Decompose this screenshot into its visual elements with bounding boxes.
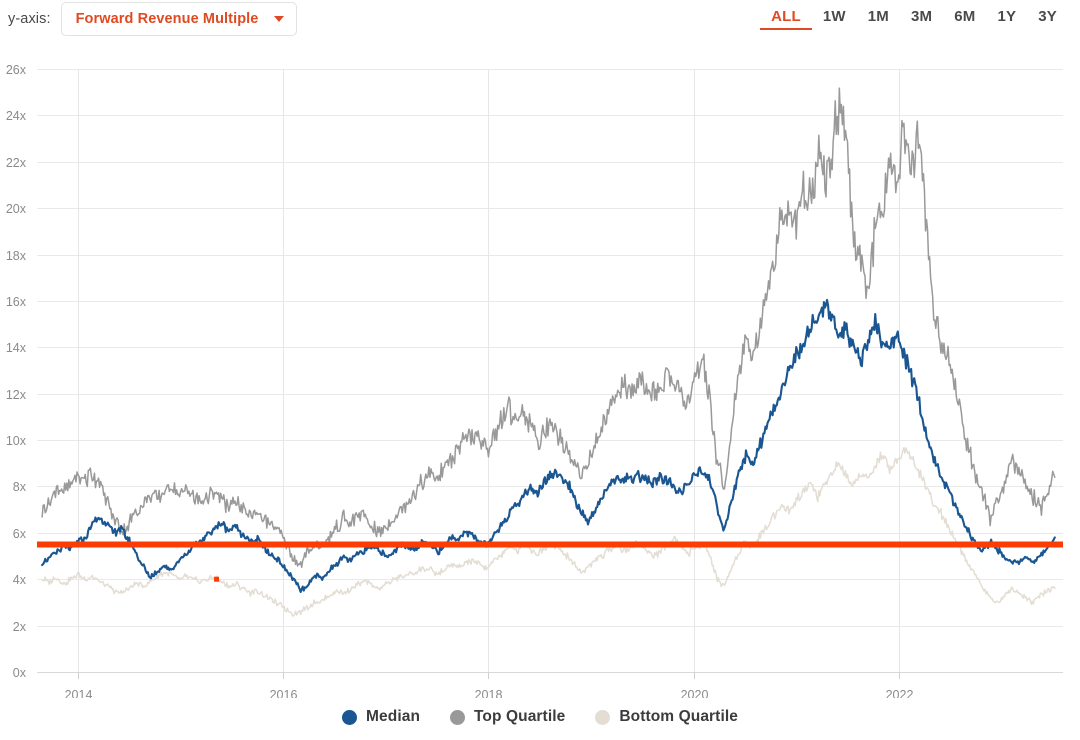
- x-tick-label: 2014: [65, 688, 93, 698]
- x-tick-label: 2022: [886, 688, 914, 698]
- range-tab-6m[interactable]: 6M: [943, 8, 986, 25]
- y-tick-label: 22x: [6, 156, 27, 170]
- legend-swatch-icon: [595, 709, 611, 725]
- legend-item-bottom-quartile[interactable]: Bottom Quartile: [595, 708, 738, 726]
- series-line-median[interactable]: [41, 298, 1056, 594]
- legend-item-top-quartile[interactable]: Top Quartile: [450, 708, 565, 726]
- y-tick-label: 16x: [6, 295, 27, 309]
- yaxis-control: y-axis: Forward Revenue Multiple: [8, 2, 298, 36]
- legend-swatch-icon: [342, 709, 358, 725]
- y-tick-label: 10x: [6, 434, 27, 448]
- yaxis-label: y-axis:: [8, 11, 51, 27]
- time-range-tabs: ALL 1W 1M 3M 6M 1Y 3Y: [760, 8, 1068, 30]
- y-axis-tick-labels: 0x 2x 4x 6x 8x 10x 12x 14x 16x 18x 20x 22x 24x 26x: [6, 63, 27, 680]
- series-line-top-quartile[interactable]: [41, 87, 1056, 568]
- series-line-bottom-quartile[interactable]: [41, 447, 1056, 617]
- y-tick-label: 26x: [6, 63, 27, 77]
- y-tick-label: 0x: [13, 666, 27, 680]
- y-tick-label: 14x: [6, 341, 27, 355]
- x-tick-label: 2016: [270, 688, 298, 698]
- y-tick-label: 20x: [6, 202, 27, 216]
- legend-label: Bottom Quartile: [619, 708, 738, 725]
- series-lines[interactable]: [41, 87, 1056, 617]
- y-tick-label: 8x: [13, 480, 27, 494]
- legend-swatch-icon: [450, 709, 466, 725]
- chart-toolbar: y-axis: Forward Revenue Multiple ALL 1W 1M…: [0, 0, 1080, 48]
- y-tick-label: 6x: [13, 527, 27, 541]
- x-tick-label: 2018: [475, 688, 503, 698]
- chevron-down-icon: [274, 16, 285, 22]
- y-tick-label: 18x: [6, 249, 27, 263]
- y-tick-label: 4x: [13, 573, 27, 587]
- x-tick-label: 2020: [681, 688, 709, 698]
- range-tab-1m[interactable]: 1M: [857, 8, 900, 25]
- chart-legend: Median Top Quartile Bottom Quartile: [0, 708, 1080, 726]
- x-axis-tick-labels: 2014 2016 2018 2020 2022: [65, 688, 914, 698]
- range-tab-1w[interactable]: 1W: [812, 8, 857, 25]
- range-tab-3m[interactable]: 3M: [900, 8, 943, 25]
- highlight-marker[interactable]: [214, 576, 220, 582]
- y-tick-label: 24x: [6, 109, 27, 123]
- y-tick-label: 2x: [13, 620, 27, 634]
- y-tick-label: 12x: [6, 388, 27, 402]
- data-point-marker[interactable]: [214, 576, 220, 582]
- legend-label: Top Quartile: [474, 708, 566, 725]
- yaxis-select-dropdown[interactable]: Forward Revenue Multiple: [60, 2, 298, 36]
- vertical-gridlines: [78, 69, 900, 679]
- chart-area: 0x 2x 4x 6x 8x 10x 12x 14x 16x 18x 20x 22x 24x 26x 20…: [0, 48, 1080, 698]
- forward-revenue-multiple-chart[interactable]: 0x 2x 4x 6x 8x 10x 12x 14x 16x 18x 20x 22x 24x 26x 20…: [0, 48, 1080, 698]
- range-tab-3y[interactable]: 3Y: [1027, 8, 1068, 25]
- range-tab-1y[interactable]: 1Y: [987, 8, 1028, 25]
- legend-label: Median: [366, 708, 421, 725]
- legend-item-median[interactable]: Median: [342, 708, 420, 726]
- yaxis-select-value: Forward Revenue Multiple: [75, 11, 259, 27]
- range-tab-all[interactable]: ALL: [760, 8, 812, 30]
